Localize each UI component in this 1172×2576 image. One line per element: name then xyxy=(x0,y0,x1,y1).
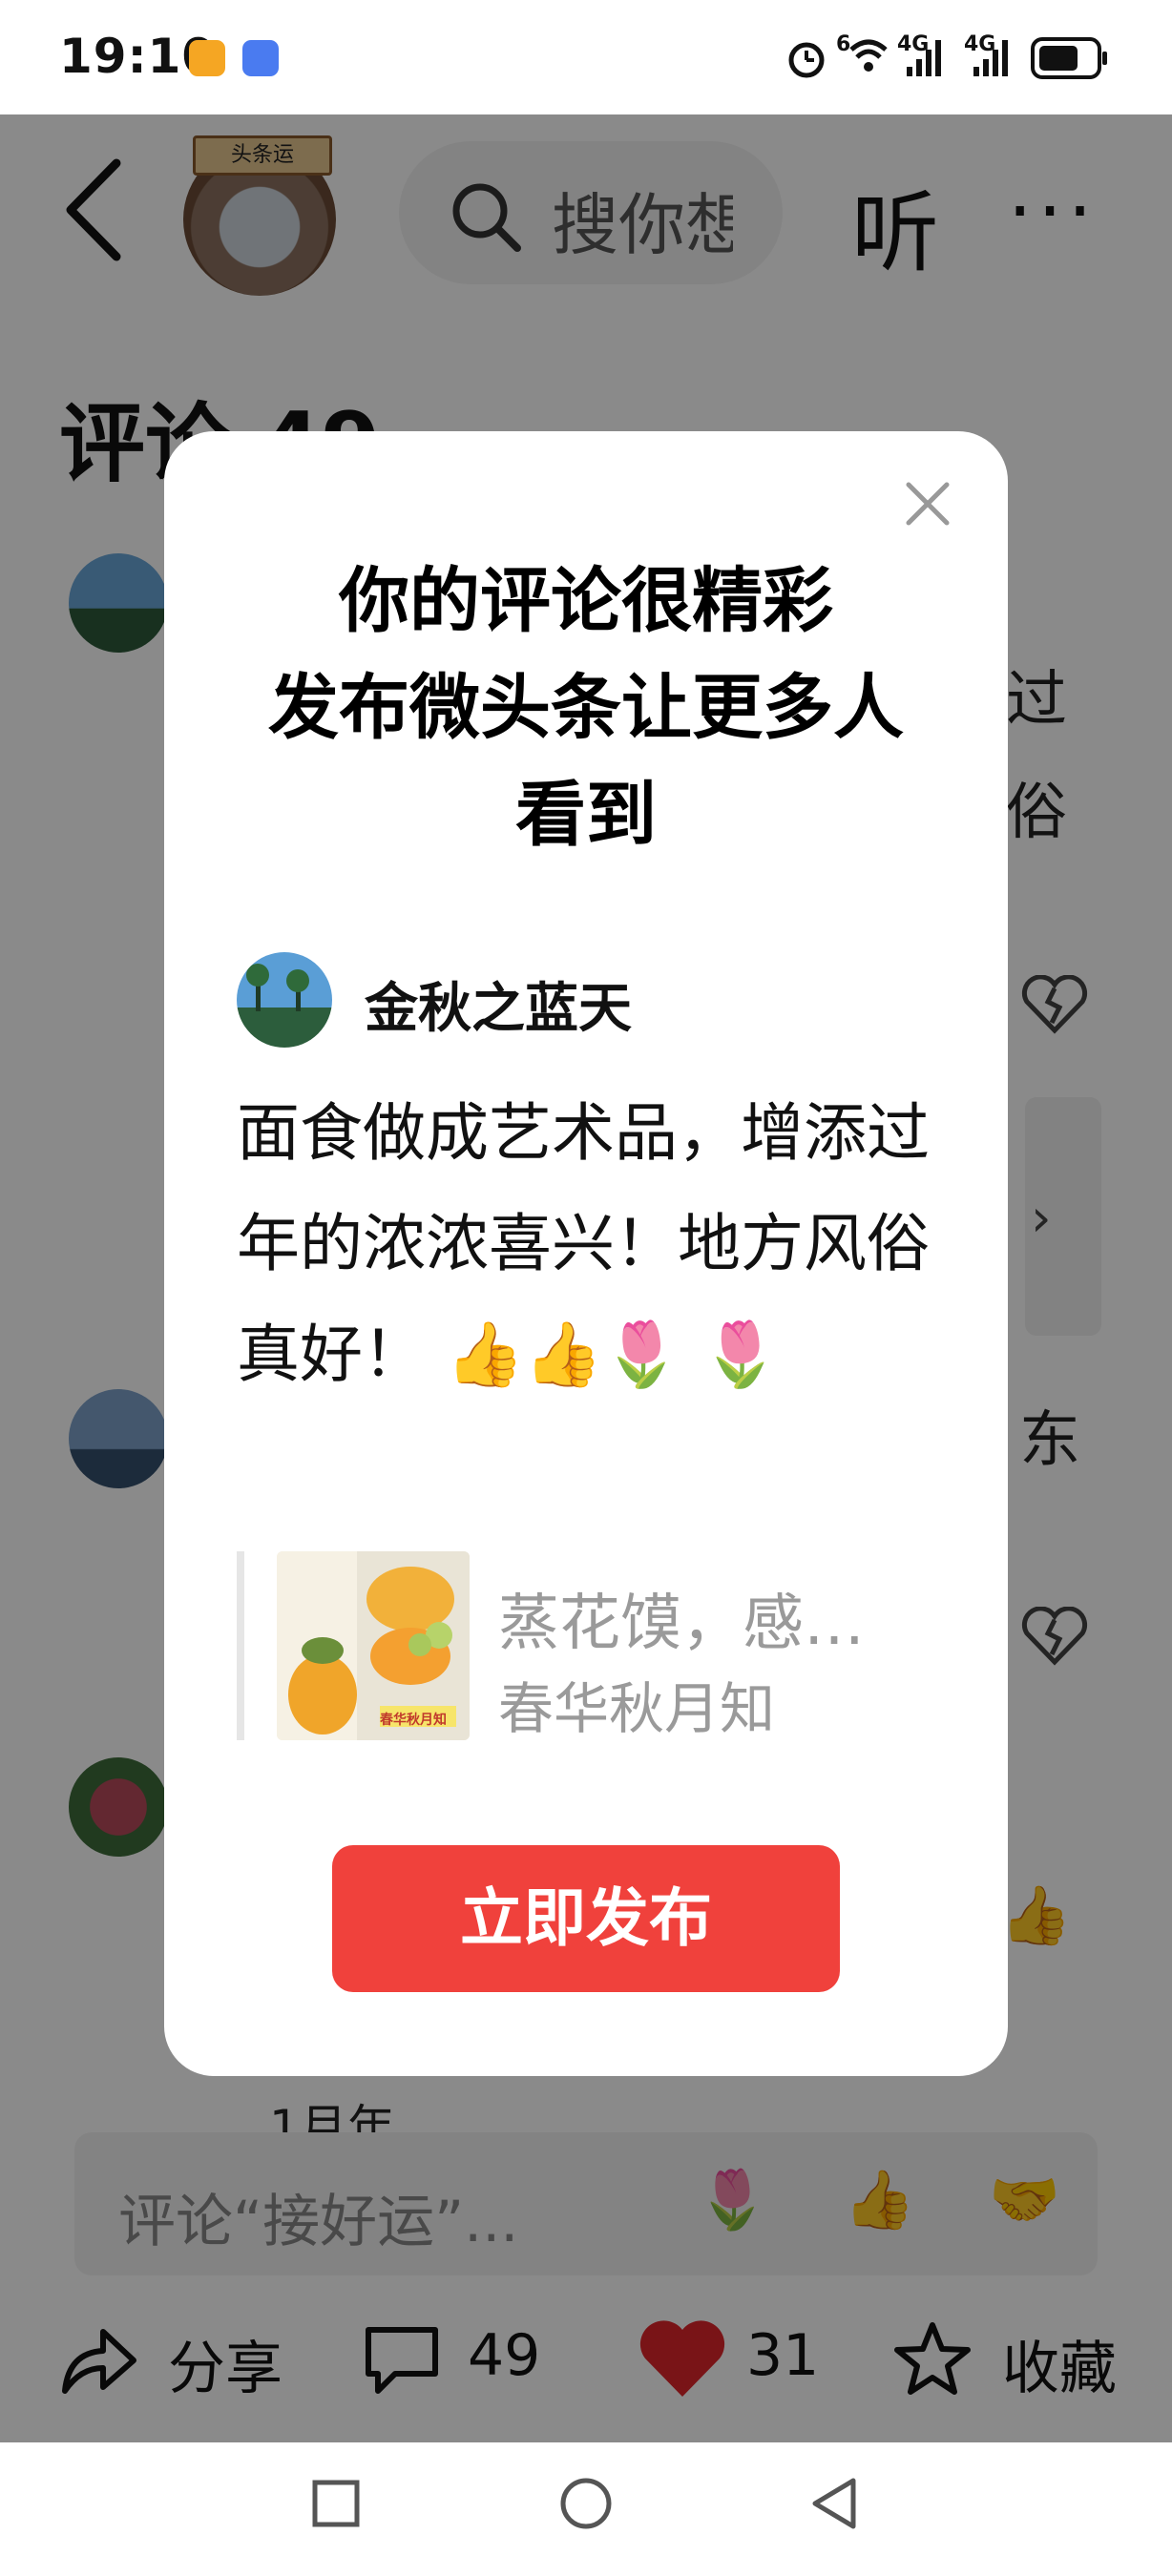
dialog-title: 你的评论很精彩 发布微头条让更多人 看到 xyxy=(164,548,1008,868)
quote-author: 春华秋月知 xyxy=(498,1676,776,1741)
quote-title[interactable]: 蒸花馍，感… xyxy=(498,1574,865,1662)
thumbs-up-emoji: 👍 xyxy=(524,1318,603,1391)
tulip-emoji: 🌷 xyxy=(701,1318,780,1391)
app-notification-icon xyxy=(189,40,225,76)
quote-thumbnail[interactable]: 春华秋月知 xyxy=(277,1551,470,1740)
publish-button[interactable]: 立即发布 xyxy=(332,1845,840,1992)
home-icon[interactable] xyxy=(559,2477,613,2530)
status-bar: 19:10 6 4G 4G xyxy=(0,0,1172,114)
wifi-icon xyxy=(849,39,888,72)
tulip-emoji: 🌷 xyxy=(602,1318,681,1391)
quote-bar xyxy=(237,1551,244,1740)
system-nav-bar xyxy=(0,2442,1172,2576)
battery-icon xyxy=(1031,37,1107,79)
recent-apps-icon[interactable] xyxy=(311,2479,361,2528)
comment-content: 面食做成艺术品，增添过年的浓浓喜兴！地方风俗真好！ 👍👍🌷 🌷 xyxy=(237,1078,943,1410)
author-name: 金秋之蓝天 xyxy=(365,978,632,1040)
thumbnail-caption: 春华秋月知 xyxy=(380,1713,447,1728)
app-notification-icon-2 xyxy=(242,40,279,76)
signal-icon-2 xyxy=(973,40,1008,76)
dialog-title-line-1: 你的评论很精彩 xyxy=(339,560,833,642)
publish-dialog: 你的评论很精彩 发布微头条让更多人 看到 金秋之蓝天 面食做成艺术品，增添过年的… xyxy=(164,431,1008,2076)
back-nav-icon[interactable] xyxy=(809,2477,859,2530)
dialog-title-line-2: 发布微头条让更多人 xyxy=(268,667,904,749)
alarm-icon xyxy=(788,42,825,78)
signal-icon-1 xyxy=(907,40,941,76)
close-icon[interactable] xyxy=(901,477,954,530)
author-avatar xyxy=(237,952,332,1048)
thumbs-up-emoji: 👍 xyxy=(445,1318,525,1391)
dialog-title-line-3: 看到 xyxy=(515,774,657,856)
